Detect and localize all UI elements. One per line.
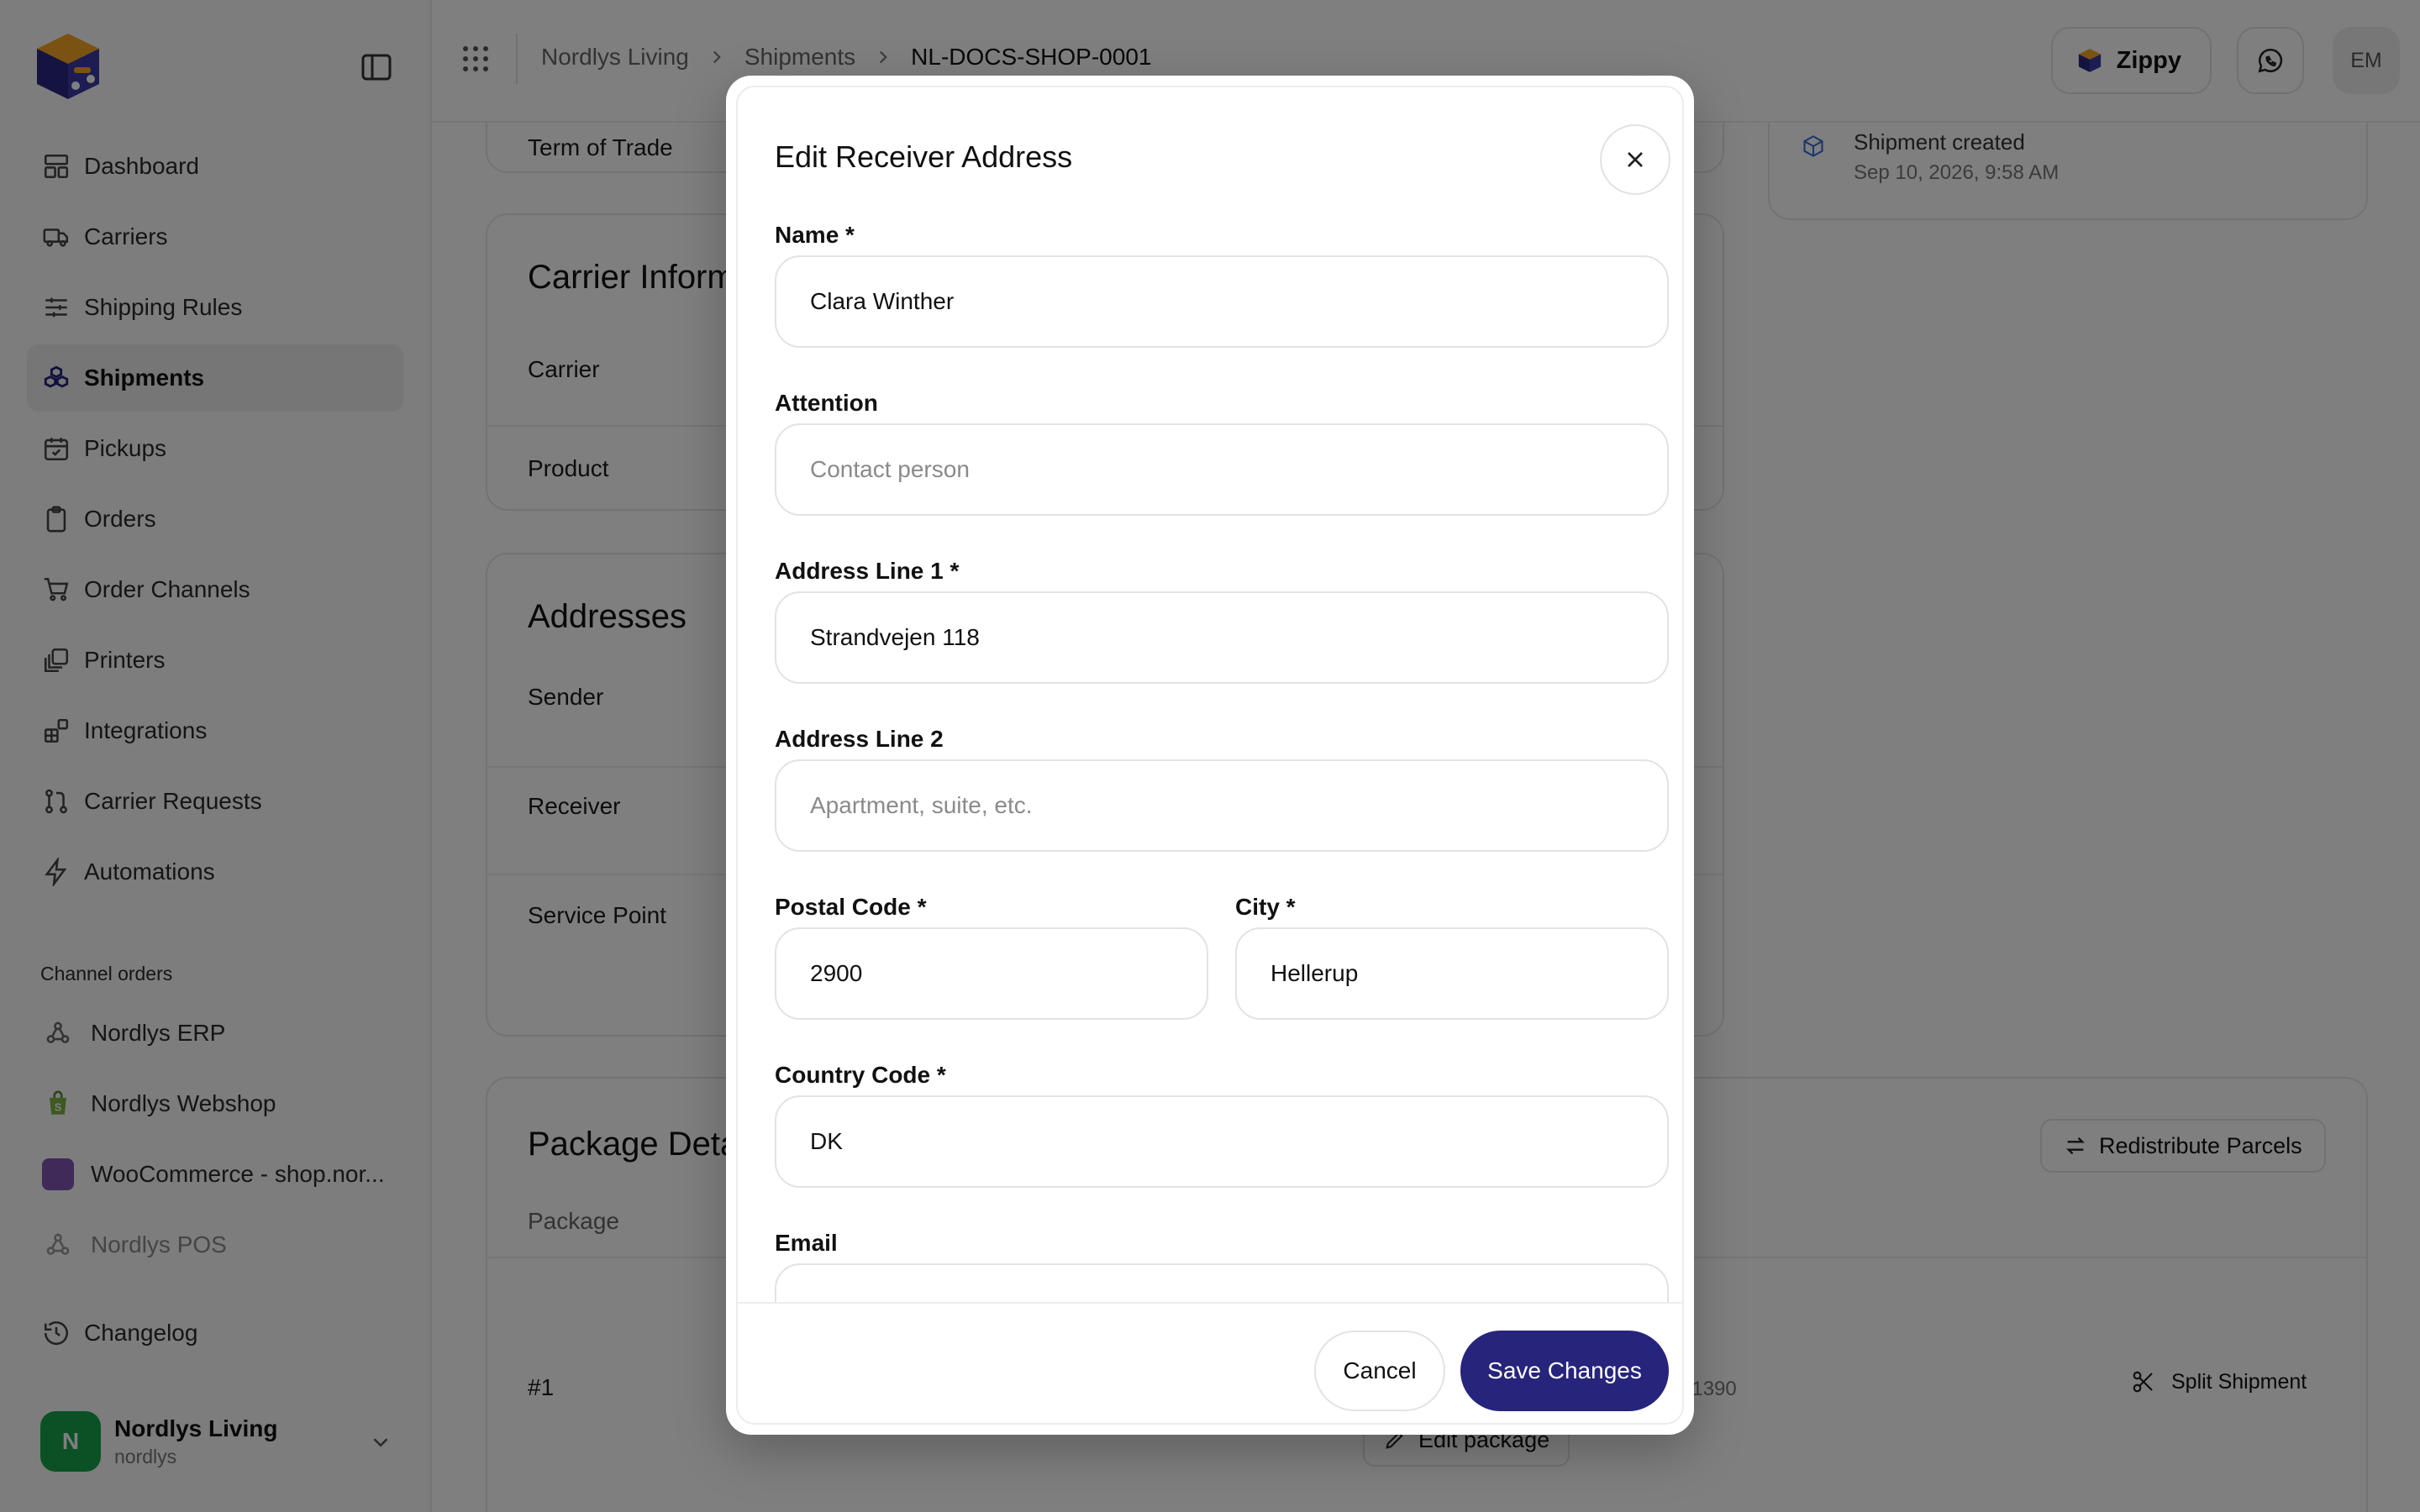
name-input[interactable] <box>775 255 1669 348</box>
save-changes-button[interactable]: Save Changes <box>1460 1331 1669 1411</box>
country-code-input[interactable] <box>775 1095 1669 1188</box>
dialog-title: Edit Receiver Address <box>775 139 1073 174</box>
cancel-button[interactable]: Cancel <box>1314 1331 1445 1411</box>
country-code-label: Country Code * <box>775 1062 946 1088</box>
postal-code-input[interactable] <box>775 927 1208 1020</box>
attention-input[interactable] <box>775 423 1669 516</box>
close-icon <box>1622 146 1649 173</box>
city-label: City * <box>1235 894 1296 920</box>
postal-code-label: Postal Code * <box>775 894 927 920</box>
attention-label: Attention <box>775 390 878 416</box>
address-line-2-label: Address Line 2 <box>775 726 944 752</box>
close-button[interactable] <box>1600 124 1670 195</box>
email-label: Email <box>775 1230 838 1256</box>
edit-receiver-address-dialog: Edit Receiver Address Name * Attention A… <box>726 76 1694 1435</box>
dialog-footer: Cancel Save Changes <box>738 1302 1682 1423</box>
dialog-content: Edit Receiver Address Name * Attention A… <box>736 86 1684 1425</box>
name-label: Name * <box>775 222 855 248</box>
address-line-1-label: Address Line 1 * <box>775 558 960 584</box>
city-input[interactable] <box>1235 927 1669 1020</box>
address-line-2-input[interactable] <box>775 759 1669 852</box>
address-line-1-input[interactable] <box>775 591 1669 684</box>
